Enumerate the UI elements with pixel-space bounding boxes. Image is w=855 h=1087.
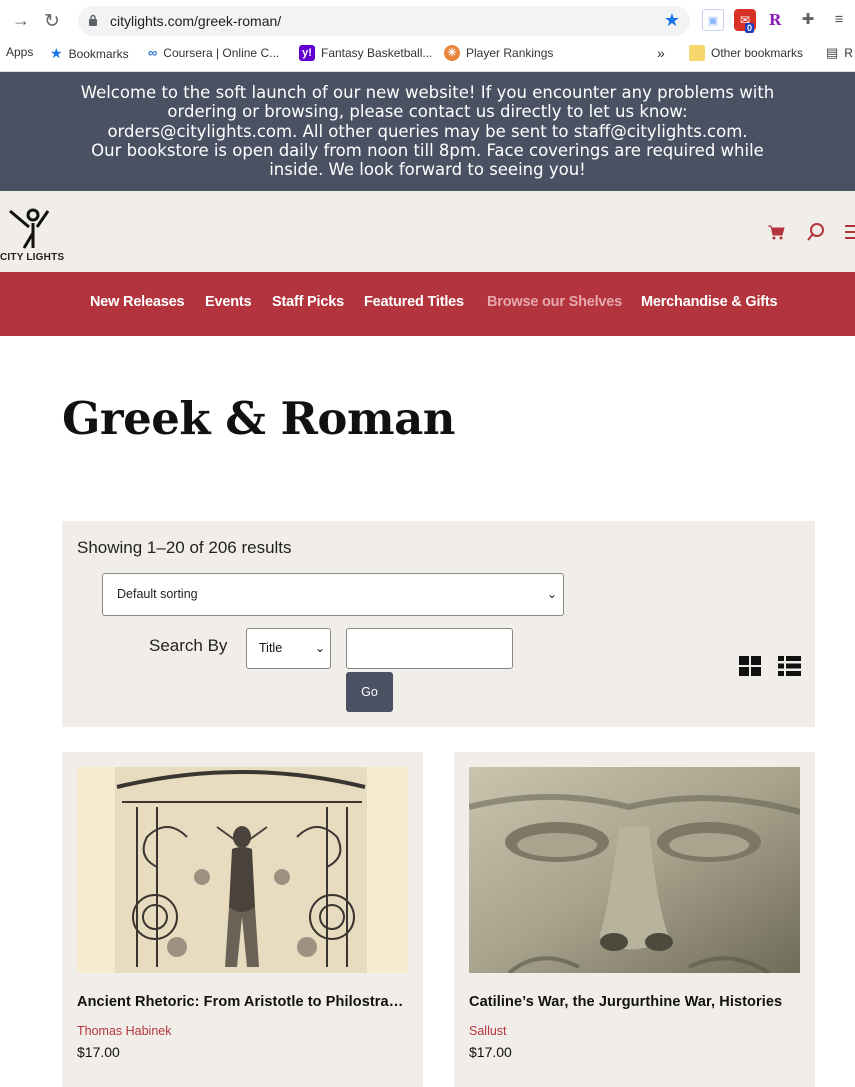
announcement-line: Our bookstore is open daily from noon ti… xyxy=(91,140,764,180)
product-card[interactable]: Ancient Rhetoric: From Aristotle to Phil… xyxy=(62,752,423,1087)
product-cover-image[interactable] xyxy=(469,767,800,973)
search-by-label: Search By xyxy=(149,636,228,655)
announcement-banner: Welcome to the soft launch of our new we… xyxy=(0,72,855,191)
chevron-down-icon: ⌄ xyxy=(314,641,325,655)
bookmark-label: Apps xyxy=(6,45,34,59)
product-cover-image[interactable] xyxy=(77,767,408,973)
bookmark-other[interactable]: Other bookmarks xyxy=(689,45,803,61)
search-icon[interactable] xyxy=(806,222,826,242)
bookmark-fantasy-basketball[interactable]: y! Fantasy Basketball... xyxy=(299,45,432,61)
lock-icon xyxy=(89,14,97,26)
result-count: Showing 1–20 of 206 results xyxy=(77,538,292,557)
nav-featured-titles[interactable]: Featured Titles xyxy=(364,294,464,310)
url-text: citylights.com/greek-roman/ xyxy=(110,13,282,29)
reading-list-label: R xyxy=(844,46,853,60)
bookmark-star-icon[interactable]: ★ xyxy=(664,10,680,31)
announcement-line: Welcome to the soft launch of our new we… xyxy=(80,83,775,141)
sort-select-value: Default sorting xyxy=(117,587,198,601)
menu-icon[interactable] xyxy=(845,224,855,240)
search-by-select[interactable]: Title ⌄ xyxy=(246,628,331,669)
product-price: $17.00 xyxy=(469,1044,512,1060)
reload-icon[interactable]: ↻ xyxy=(44,10,60,33)
search-by-value: Title xyxy=(259,641,283,655)
bookmarks-bar: Apps ★ Bookmarks ∞ Coursera | Online C..… xyxy=(0,42,855,72)
product-author[interactable]: Thomas Habinek xyxy=(77,1024,172,1038)
cart-icon[interactable] xyxy=(767,224,785,240)
forward-icon[interactable]: → xyxy=(12,10,30,31)
address-bar[interactable]: citylights.com/greek-roman/ ★ xyxy=(78,6,690,36)
extensions-puzzle-icon[interactable]: ✚ xyxy=(797,9,819,31)
bookmark-label: Player Rankings xyxy=(466,46,554,60)
bookmark-label: Other bookmarks xyxy=(711,46,804,60)
nav-new-releases[interactable]: New Releases xyxy=(90,294,185,310)
nav-merchandise-gifts[interactable]: Merchandise & Gifts xyxy=(641,294,778,310)
extension-badge: 0 xyxy=(745,23,755,33)
page-title: Greek & Roman xyxy=(62,392,455,445)
folder-icon xyxy=(689,45,705,61)
coursera-icon: ∞ xyxy=(148,45,158,60)
sort-select[interactable]: Default sorting ⌄ xyxy=(102,573,564,616)
shop-toolbar: Showing 1–20 of 206 results Default sort… xyxy=(62,521,815,727)
product-author[interactable]: Sallust xyxy=(469,1024,507,1038)
list-view-icon[interactable] xyxy=(778,656,801,676)
bookmark-player-rankings[interactable]: ✳ Player Rankings xyxy=(444,45,553,61)
chevron-down-icon: ⌄ xyxy=(546,587,557,601)
marble-bust-photo xyxy=(469,767,800,973)
basketball-icon: ✳ xyxy=(444,45,460,61)
yahoo-icon: y! xyxy=(299,45,315,61)
product-price: $17.00 xyxy=(77,1044,120,1060)
product-title[interactable]: Ancient Rhetoric: From Aristotle to Phil… xyxy=(77,994,407,1010)
bookmarks-overflow-icon[interactable]: » xyxy=(657,45,665,61)
bookmark-apps[interactable]: Apps xyxy=(6,45,33,59)
nav-browse-shelves[interactable]: Browse our Shelves xyxy=(487,294,622,310)
logo-text: CITY LIGHTS xyxy=(0,252,65,263)
product-title[interactable]: Catiline’s War, the Jurgurthine War, His… xyxy=(469,994,799,1010)
grid-view-icon[interactable] xyxy=(739,656,761,676)
bookmark-coursera[interactable]: ∞ Coursera | Online C... xyxy=(148,45,279,60)
extension-doc-icon[interactable]: ▣ xyxy=(702,9,724,31)
product-card[interactable]: Catiline’s War, the Jurgurthine War, His… xyxy=(454,752,815,1087)
nav-events[interactable]: Events xyxy=(205,294,252,310)
reading-list[interactable]: ▤ R xyxy=(826,45,853,61)
bookmark-label: Bookmarks xyxy=(68,46,129,61)
bookmark-label: Fantasy Basketball... xyxy=(321,46,433,60)
bookmark-label: Coursera | Online C... xyxy=(163,45,280,60)
browser-address-row: → ↻ citylights.com/greek-roman/ ★ ▣ ✉ 0 … xyxy=(0,0,855,42)
search-input[interactable] xyxy=(346,628,513,669)
nav-staff-picks[interactable]: Staff Picks xyxy=(272,294,344,310)
site-header: CITY LIGHTS xyxy=(0,191,855,272)
main-nav: New Releases Events Staff Picks Featured… xyxy=(0,272,855,336)
engraving-illustration xyxy=(77,767,408,973)
go-button[interactable]: Go xyxy=(346,672,393,712)
bookmark-bookmarks[interactable]: ★ Bookmarks xyxy=(50,45,129,62)
extension-r-icon[interactable]: R xyxy=(764,9,786,31)
star-icon: ★ xyxy=(50,45,63,61)
media-queue-icon[interactable]: ≡ xyxy=(828,9,850,31)
reading-list-icon: ▤ xyxy=(826,45,839,60)
